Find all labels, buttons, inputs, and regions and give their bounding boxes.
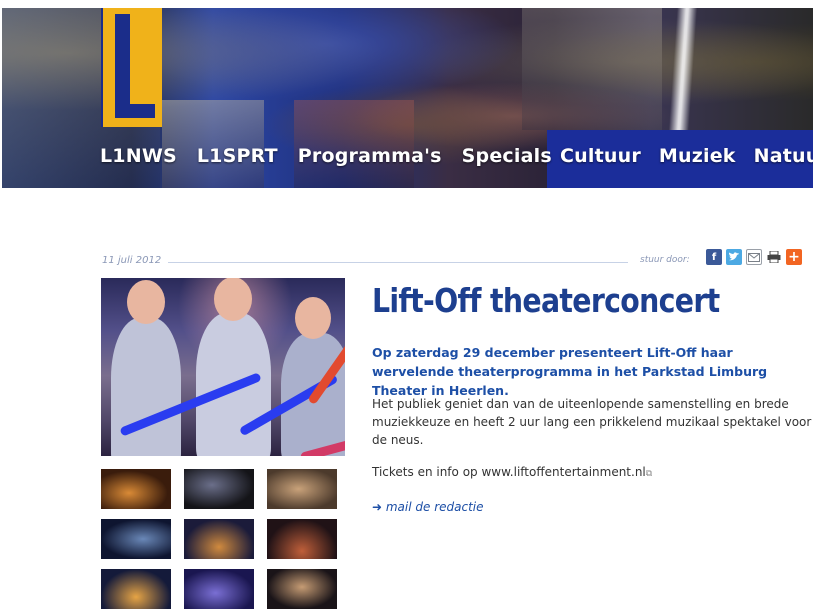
nav-l1sprt[interactable]: L1SPRT bbox=[197, 145, 278, 167]
tickets-link[interactable]: www.liftoffentertainment.nl bbox=[481, 465, 645, 479]
thumbnail[interactable] bbox=[184, 519, 254, 559]
main-nav: L1NWS L1SPRT Programma's Specials bbox=[100, 145, 552, 167]
section-nav: Cultuur Muziek Natuur bbox=[560, 145, 813, 167]
nav-l1nws[interactable]: L1NWS bbox=[100, 145, 177, 167]
thumbnail[interactable] bbox=[267, 519, 337, 559]
share-icons: f + bbox=[706, 249, 802, 265]
header-photo bbox=[522, 8, 662, 130]
share-label: stuur door: bbox=[640, 255, 690, 265]
header-photo bbox=[294, 100, 414, 188]
nav-specials[interactable]: Specials bbox=[462, 145, 552, 167]
header-light-beam bbox=[668, 8, 698, 130]
thumbnail[interactable] bbox=[101, 569, 171, 609]
thumbnail[interactable] bbox=[184, 469, 254, 509]
thumbnail[interactable] bbox=[101, 519, 171, 559]
l1-logo[interactable] bbox=[101, 8, 162, 127]
divider bbox=[168, 262, 628, 263]
nav-muziek[interactable]: Muziek bbox=[659, 145, 736, 167]
thumbnail[interactable] bbox=[101, 469, 171, 509]
nav-natuur[interactable]: Natuur bbox=[754, 145, 813, 167]
facebook-icon[interactable]: f bbox=[706, 249, 722, 265]
header-photo bbox=[162, 100, 264, 188]
thumbnail[interactable] bbox=[267, 569, 337, 609]
mail-icon[interactable] bbox=[746, 249, 762, 265]
mail-editors-link[interactable]: ➜ mail de redactie bbox=[372, 500, 484, 514]
photo-thumbnails bbox=[101, 469, 337, 609]
twitter-icon[interactable] bbox=[726, 249, 742, 265]
thumbnail[interactable] bbox=[267, 469, 337, 509]
nav-cultuur[interactable]: Cultuur bbox=[560, 145, 641, 167]
article-lead: Op zaterdag 29 december presenteert Lift… bbox=[372, 345, 768, 398]
thumbnail[interactable] bbox=[184, 569, 254, 609]
article-main-photo[interactable] bbox=[101, 278, 345, 456]
external-link-icon: ⧉ bbox=[645, 469, 653, 479]
logo-letter-l bbox=[115, 14, 155, 118]
article-date: 11 juli 2012 bbox=[102, 255, 162, 266]
add-icon[interactable]: + bbox=[786, 249, 802, 265]
article-body: Het publiek geniet dan van de uiteenlope… bbox=[372, 397, 812, 447]
nav-programmas[interactable]: Programma's bbox=[298, 145, 442, 167]
article-title: Lift-Off theaterconcert bbox=[372, 281, 720, 320]
tickets-info: Tickets en info op www.liftoffentertainm… bbox=[372, 465, 812, 479]
tickets-prefix: Tickets en info op bbox=[372, 465, 482, 479]
print-icon[interactable] bbox=[766, 249, 782, 265]
